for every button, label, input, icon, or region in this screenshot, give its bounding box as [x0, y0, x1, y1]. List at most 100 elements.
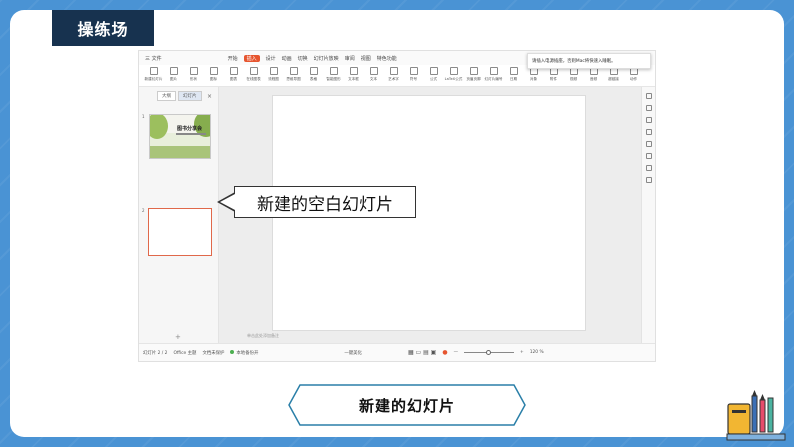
- tab-outline[interactable]: 大纲: [157, 91, 176, 101]
- ribbon-label: 图标: [209, 77, 218, 81]
- ribbon-button-21[interactable]: 视频: [565, 67, 582, 82]
- fill-icon[interactable]: [645, 117, 652, 123]
- status-bar: 幻灯片 2 / 2 Office 主题 文档未保护 本地备份开 一键美化 ▦ ▭…: [139, 343, 655, 361]
- menu-item-5[interactable]: 切换: [298, 55, 308, 62]
- right-toolbar: [641, 87, 655, 345]
- menu-item-9[interactable]: 特色功能: [377, 55, 397, 62]
- ribbon-label: 页眉页脚: [466, 77, 481, 81]
- effect-icon[interactable]: [645, 129, 652, 135]
- ribbon-button-2[interactable]: 形状: [185, 67, 202, 82]
- save-status: 本地备份开: [230, 349, 259, 356]
- select-icon[interactable]: [645, 93, 652, 99]
- ribbon-button-20[interactable]: 附件: [545, 67, 562, 82]
- animation-icon[interactable]: [645, 141, 652, 147]
- ribbon-icon: [349, 67, 358, 75]
- tab-slides[interactable]: 幻灯片: [178, 91, 202, 101]
- menu-item-2[interactable]: 插入: [243, 54, 260, 62]
- menu-item-8[interactable]: 视图: [361, 55, 371, 62]
- ribbon-icon: [249, 67, 258, 75]
- ribbon-icon: [229, 67, 238, 75]
- ribbon-button-17[interactable]: 幻灯片编号: [485, 67, 502, 82]
- ribbon-label: 音频: [589, 77, 598, 81]
- ribbon-button-9[interactable]: 智能图形: [325, 67, 342, 82]
- content-card: 操练场 三 文件 开始 插入 设计 动画 切换 幻灯片放映 审阅 视图 特色功能 请插入电源插座，…: [10, 10, 784, 437]
- zoom-in-icon[interactable]: +: [520, 350, 524, 355]
- slide-panel: 大纲 幻灯片 × 1 图书分享会 2 +: [139, 87, 219, 345]
- menu-item-7[interactable]: 审阅: [345, 55, 355, 62]
- callout-label: 新建的空白幻灯片: [234, 186, 416, 218]
- ribbon-button-22[interactable]: 音频: [585, 67, 602, 82]
- ribbon-icon: [329, 67, 338, 75]
- protect-status[interactable]: 文档未保护: [202, 350, 224, 356]
- notes-placeholder[interactable]: 单击此处添加备注: [247, 333, 279, 339]
- ribbon-label: 思维导图: [286, 77, 301, 81]
- ribbon-button-14[interactable]: 公式: [425, 67, 442, 82]
- menu-item-6[interactable]: 幻灯片放映: [314, 55, 339, 62]
- ribbon-button-7[interactable]: 思维导图: [285, 67, 302, 82]
- view-mode-icons[interactable]: ▦ ▭ ▤ ▣: [408, 349, 436, 356]
- ribbon-button-19[interactable]: 对象: [525, 67, 542, 82]
- settings-icon[interactable]: [645, 177, 652, 183]
- slide-1-subtitle-line: [176, 133, 206, 135]
- ribbon-label: 文本框: [348, 77, 359, 81]
- ribbon-button-24[interactable]: 动作: [625, 67, 642, 82]
- slide-number-1: 1: [142, 114, 145, 119]
- ribbon-icon: [269, 67, 278, 75]
- ribbon-button-12[interactable]: 艺术字: [385, 67, 402, 82]
- ribbon-icon: [369, 67, 378, 75]
- slide-thumbnail-1[interactable]: 图书分享会: [149, 114, 211, 159]
- slide-thumbnail-2[interactable]: [148, 208, 212, 256]
- ribbon-button-11[interactable]: 文本: [365, 67, 382, 82]
- align-icon[interactable]: [645, 153, 652, 159]
- ribbon-button-10[interactable]: 文本框: [345, 67, 362, 82]
- zoom-out-icon[interactable]: —: [454, 350, 458, 355]
- ribbon-button-16[interactable]: 页眉页脚: [465, 67, 482, 82]
- menu-item-0[interactable]: 三 文件: [145, 55, 162, 62]
- slide-number-2: 2: [142, 208, 145, 213]
- shape-icon[interactable]: [645, 105, 652, 111]
- ribbon-button-1[interactable]: 图片: [165, 67, 182, 82]
- zoom-handle[interactable]: [486, 350, 491, 355]
- ribbon-label: LaTeX公式: [444, 77, 463, 81]
- ribbon-label: 文本: [369, 77, 378, 81]
- add-slide-button[interactable]: +: [175, 333, 181, 341]
- ribbon-label: 附件: [549, 77, 558, 81]
- ribbon-button-3[interactable]: 图标: [205, 67, 222, 82]
- theme-name: Office 主题: [173, 350, 197, 356]
- close-icon[interactable]: ×: [207, 93, 212, 100]
- ribbon-icon: [209, 67, 218, 75]
- ribbon-button-8[interactable]: 表格: [305, 67, 322, 82]
- save-status-label: 本地备份开: [236, 350, 259, 356]
- ribbon-button-5[interactable]: 在线图表: [245, 67, 262, 82]
- ribbon-label: 智能图形: [326, 77, 341, 81]
- ribbon-button-23[interactable]: 超链接: [605, 67, 622, 82]
- slide-count: 幻灯片 2 / 2: [143, 350, 168, 356]
- ribbon-label: 动作: [629, 77, 638, 81]
- ribbon-label: 日期: [509, 77, 518, 81]
- ribbon-button-4[interactable]: 图表: [225, 67, 242, 82]
- play-icon[interactable]: ●: [442, 349, 447, 356]
- menu-item-4[interactable]: 动画: [282, 55, 292, 62]
- zoom-level[interactable]: 120 %: [530, 350, 544, 355]
- ribbon-button-18[interactable]: 日期: [505, 67, 522, 82]
- ribbon-icon: [149, 67, 158, 75]
- section-title: 操练场: [52, 10, 154, 46]
- menu-item-1[interactable]: 开始: [228, 55, 238, 62]
- new-slide-caption-button[interactable]: 新建的幻灯片: [288, 384, 526, 426]
- ribbon-button-0[interactable]: 新建幻灯片: [145, 67, 162, 82]
- ribbon-icon: [169, 67, 178, 75]
- ribbon-button-13[interactable]: 符号: [405, 67, 422, 82]
- beautify-button[interactable]: 一键美化: [344, 350, 362, 356]
- ribbon-icon: [489, 67, 498, 75]
- notification-popup[interactable]: 请插入电源插座，否则Mac将快速入睡眠。: [527, 53, 651, 69]
- ribbon-label: 表格: [309, 77, 318, 81]
- ribbon-icon: [509, 67, 518, 75]
- menu-item-3[interactable]: 设计: [266, 55, 276, 62]
- saved-dot-icon: [230, 349, 235, 354]
- ribbon-button-6[interactable]: 流程图: [265, 67, 282, 82]
- zoom-slider[interactable]: [464, 350, 514, 355]
- ribbon-icon: [189, 67, 198, 75]
- ribbon-label: 图表: [229, 77, 238, 81]
- history-icon[interactable]: [645, 165, 652, 171]
- ribbon-button-15[interactable]: LaTeX公式: [445, 67, 462, 82]
